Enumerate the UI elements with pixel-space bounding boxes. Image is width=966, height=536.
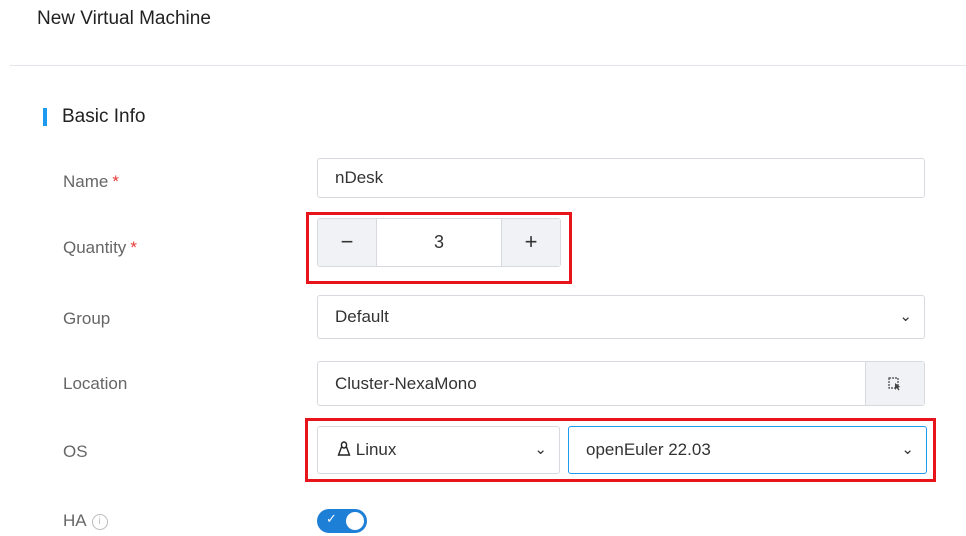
quantity-highlight-box: [306, 212, 572, 284]
name-label-text: Name: [63, 172, 109, 191]
section-title: Basic Info: [62, 106, 146, 127]
check-icon: ✓: [326, 511, 337, 526]
header-divider: [10, 65, 966, 66]
quantity-label-text: Quantity: [63, 238, 127, 257]
name-input[interactable]: nDesk: [317, 158, 925, 198]
required-mark: *: [130, 238, 137, 257]
quantity-label: Quantity *: [63, 236, 137, 260]
required-mark: *: [112, 172, 119, 191]
page-title: New Virtual Machine: [37, 8, 211, 29]
location-value: Cluster-NexaMono: [335, 374, 477, 393]
group-select-value: Default: [335, 307, 389, 326]
location-picker-button[interactable]: [865, 362, 924, 405]
section-accent-bar: [43, 108, 47, 126]
ha-label-text: HA: [63, 511, 87, 530]
ha-label: HA i: [63, 509, 108, 533]
os-label: OS: [63, 442, 88, 461]
name-label: Name *: [63, 170, 119, 194]
group-label: Group: [63, 309, 111, 328]
ha-toggle[interactable]: ✓: [317, 509, 367, 533]
cursor-select-icon: [888, 374, 902, 393]
os-highlight-box: [305, 418, 936, 482]
toggle-knob: [346, 512, 364, 530]
chevron-down-icon: ⌄: [899, 308, 912, 325]
group-select[interactable]: Default ⌄: [317, 295, 925, 339]
location-label: Location: [63, 374, 128, 393]
info-icon[interactable]: i: [91, 514, 108, 530]
location-input[interactable]: Cluster-NexaMono: [317, 361, 925, 406]
